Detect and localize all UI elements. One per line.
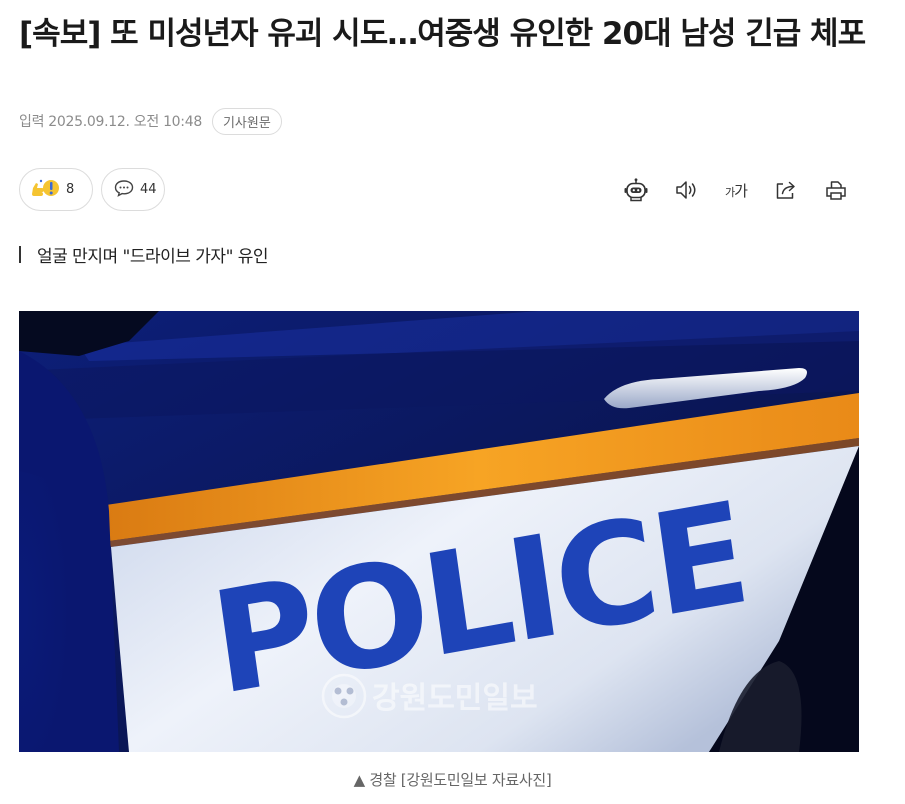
publish-date: 입력 2025.09.12. 오전 10:48 <box>19 114 202 130</box>
speaker-icon <box>674 179 698 201</box>
share-button[interactable] <box>761 173 811 207</box>
subheadline-bar <box>19 246 21 263</box>
original-article-button[interactable]: 기사원문 <box>211 107 282 135</box>
reaction-icon <box>30 177 60 203</box>
watermark-text: 강원도민일보 <box>372 681 538 716</box>
print-icon <box>824 179 848 201</box>
article-toolbar: 가가 <box>611 173 861 207</box>
comment-icon <box>114 179 134 201</box>
article-headline: [속보] 또 미성년자 유괴 시도…여중생 유인한 20대 남성 긴급 체포 <box>19 16 866 52</box>
police-car-image: POLICE 강원도민일보 <box>19 311 859 752</box>
comment-button[interactable]: 44 <box>101 168 165 211</box>
share-icon <box>774 179 798 201</box>
reaction-count: 8 <box>66 182 75 197</box>
photo-caption: ▲ 경찰 [강원도민일보 자료사진] <box>353 771 552 789</box>
font-size-icon: 가가 <box>725 181 748 200</box>
comment-count: 44 <box>140 182 157 197</box>
reaction-button[interactable]: 8 <box>19 168 93 211</box>
font-size-button[interactable]: 가가 <box>711 173 761 207</box>
subheadline-text: 얼굴 만지며 "드라이브 가자" 유인 <box>37 247 269 267</box>
robot-summary-icon <box>623 178 649 202</box>
article-subheadline: 얼굴 만지며 "드라이브 가자" 유인 <box>19 242 269 267</box>
summary-button[interactable] <box>611 173 661 207</box>
article-photo: POLICE 강원도민일보 <box>19 311 859 752</box>
article-meta: 입력 2025.09.12. 오전 10:48 기사원문 <box>19 107 282 135</box>
print-button[interactable] <box>811 173 861 207</box>
text-to-speech-button[interactable] <box>661 173 711 207</box>
